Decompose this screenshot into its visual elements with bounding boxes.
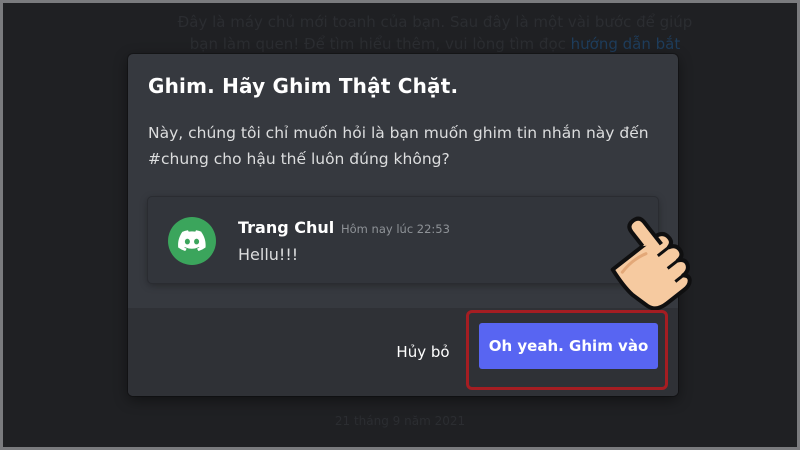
pointing-hand-icon <box>610 216 692 310</box>
discord-logo-icon <box>178 230 206 252</box>
avatar <box>168 217 216 265</box>
message-author: Trang Chul <box>238 218 335 237</box>
modal-title: Ghim. Hãy Ghim Thật Chặt. <box>148 74 459 98</box>
server-welcome-text: Đây là máy chủ mới toanh của bạn. Sau đâ… <box>175 11 695 55</box>
confirm-pin-button[interactable]: Oh yeah. Ghim vào <box>479 323 658 369</box>
message-timestamp: Hôm nay lúc 22:53 <box>341 222 450 236</box>
guide-link[interactable]: hướng dẫn bắt <box>571 35 681 53</box>
modal-description: Này, chúng tôi chỉ muốn hỏi là bạn muốn … <box>148 124 649 168</box>
date-divider: 21 tháng 9 năm 2021 <box>334 414 466 428</box>
cancel-button[interactable]: Hủy bỏ <box>383 332 463 372</box>
message-content: Hellu!!! <box>238 245 299 264</box>
modal-footer: Hủy bỏ Oh yeah. Ghim vào <box>128 308 678 396</box>
message-preview: Trang Chul Hôm nay lúc 22:53 Hellu!!! <box>148 197 658 283</box>
